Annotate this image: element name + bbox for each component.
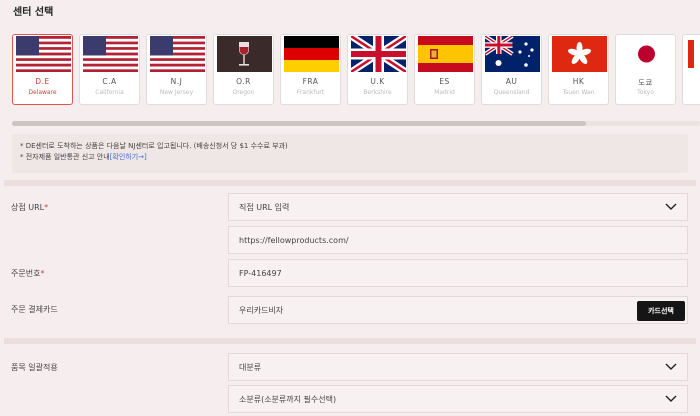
chevron-down-icon bbox=[665, 363, 677, 370]
center-card-hk[interactable]: HK Tsuen Wan bbox=[548, 34, 609, 105]
center-card-nj[interactable]: N.J New Jersey bbox=[146, 34, 207, 105]
center-city: Berkshire bbox=[363, 89, 392, 96]
center-code: AU bbox=[505, 77, 518, 86]
scrollbar-thumb[interactable] bbox=[12, 121, 586, 126]
product-url-label: 상점 URL* bbox=[11, 202, 48, 213]
select-value: 직접 URL 입력 bbox=[239, 202, 290, 212]
center-card-de[interactable]: D.E Delaware bbox=[12, 34, 73, 105]
order-number-input[interactable]: FP-416497 bbox=[228, 259, 688, 287]
center-code: HK bbox=[572, 77, 585, 86]
center-city: California bbox=[95, 89, 124, 96]
germany-flag-icon bbox=[284, 36, 339, 72]
payment-card-value: 우리카드비자 bbox=[239, 305, 284, 315]
section-divider bbox=[4, 180, 696, 186]
center-card-tokyo[interactable]: 도쿄 Tokyo bbox=[615, 34, 676, 105]
center-city: Queensland bbox=[493, 89, 530, 96]
center-code: U.K bbox=[370, 77, 385, 86]
australia-flag-icon bbox=[485, 36, 540, 72]
japan-flag-icon bbox=[619, 36, 674, 72]
center-city: Tokyo bbox=[637, 89, 654, 96]
notice-box: * DE센터로 도착하는 상품은 다음날 NJ센터로 입고됩니다. (배송신청서… bbox=[12, 134, 688, 173]
us-flag-icon bbox=[150, 36, 205, 72]
center-city: New Jersey bbox=[159, 89, 194, 96]
center-code: FRA bbox=[302, 77, 319, 86]
order-number-label: 주문번호* bbox=[11, 268, 44, 279]
center-code: O.R bbox=[236, 77, 251, 86]
center-card-partial[interactable] bbox=[682, 34, 700, 105]
url-type-select[interactable]: 직접 URL 입력 bbox=[228, 193, 688, 221]
center-city: Delaware bbox=[28, 89, 57, 96]
center-card-uk[interactable]: U.K Berkshire bbox=[347, 34, 408, 105]
center-selector: D.E Delaware C.A California N.J New Jers… bbox=[12, 34, 700, 106]
select-value: 소분류(소분류까지 필수선택) bbox=[239, 394, 337, 404]
us-flag-icon bbox=[83, 36, 138, 72]
major-category-select[interactable]: 대분류 bbox=[228, 353, 688, 381]
url-value: https://fellowproducts.com/ bbox=[239, 235, 349, 245]
spain-flag-icon bbox=[418, 36, 473, 72]
center-city: Tsuen Wan bbox=[562, 89, 595, 96]
label-text: 주문번호 bbox=[11, 269, 41, 278]
chevron-down-icon bbox=[665, 203, 677, 210]
center-code: D.E bbox=[35, 77, 50, 86]
notice-text: * 전자제품 일반통관 신고 안내 bbox=[20, 153, 110, 161]
payment-card-label: 주문 결제카드 bbox=[11, 305, 58, 314]
payment-card-input[interactable]: 우리카드비자 카드선택 bbox=[228, 296, 688, 324]
center-card-au[interactable]: AU Queensland bbox=[481, 34, 542, 105]
chevron-down-icon bbox=[665, 395, 677, 402]
center-scrollbar[interactable] bbox=[12, 121, 700, 126]
card-select-button[interactable]: 카드선택 bbox=[637, 301, 685, 321]
category-label: 품목 일괄적용 bbox=[11, 363, 58, 372]
url-input[interactable]: https://fellowproducts.com/ bbox=[228, 226, 688, 254]
center-card-or[interactable]: O.R Oregon bbox=[213, 34, 274, 105]
center-card-fra[interactable]: FRA Frankfurt bbox=[280, 34, 341, 105]
center-city: Oregon bbox=[232, 89, 255, 96]
center-code: C.A bbox=[102, 77, 117, 86]
center-code: ES bbox=[439, 77, 450, 86]
center-card-es[interactable]: ES Madrid bbox=[414, 34, 475, 105]
required-mark: * bbox=[40, 269, 45, 278]
center-code: N.J bbox=[170, 77, 183, 86]
required-mark: * bbox=[44, 203, 49, 212]
hongkong-flag-icon bbox=[552, 36, 607, 72]
section-divider bbox=[4, 338, 696, 344]
partial-flag-icon bbox=[686, 36, 700, 72]
notice-line-2: * 전자제품 일반통관 신고 안내[확인하기→] bbox=[20, 152, 680, 163]
us-flag-icon bbox=[16, 36, 71, 72]
notice-link[interactable]: [확인하기→] bbox=[110, 153, 147, 161]
select-value: 대분류 bbox=[239, 362, 262, 372]
oregon-wine-icon bbox=[217, 36, 272, 72]
center-city: Frankfurt bbox=[296, 89, 325, 96]
uk-flag-icon bbox=[351, 36, 406, 72]
order-number-value: FP-416497 bbox=[239, 268, 282, 278]
center-city: Madrid bbox=[434, 89, 455, 96]
center-code: 도쿄 bbox=[638, 78, 653, 87]
center-card-ca[interactable]: C.A California bbox=[79, 34, 140, 105]
minor-category-select[interactable]: 소분류(소분류까지 필수선택) bbox=[228, 385, 688, 413]
notice-line-1: * DE센터로 도착하는 상품은 다음날 NJ센터로 입고됩니다. (배송신청서… bbox=[20, 142, 288, 150]
section-title: 센터 선택 bbox=[13, 7, 54, 18]
label-text: 상점 URL bbox=[11, 203, 45, 212]
